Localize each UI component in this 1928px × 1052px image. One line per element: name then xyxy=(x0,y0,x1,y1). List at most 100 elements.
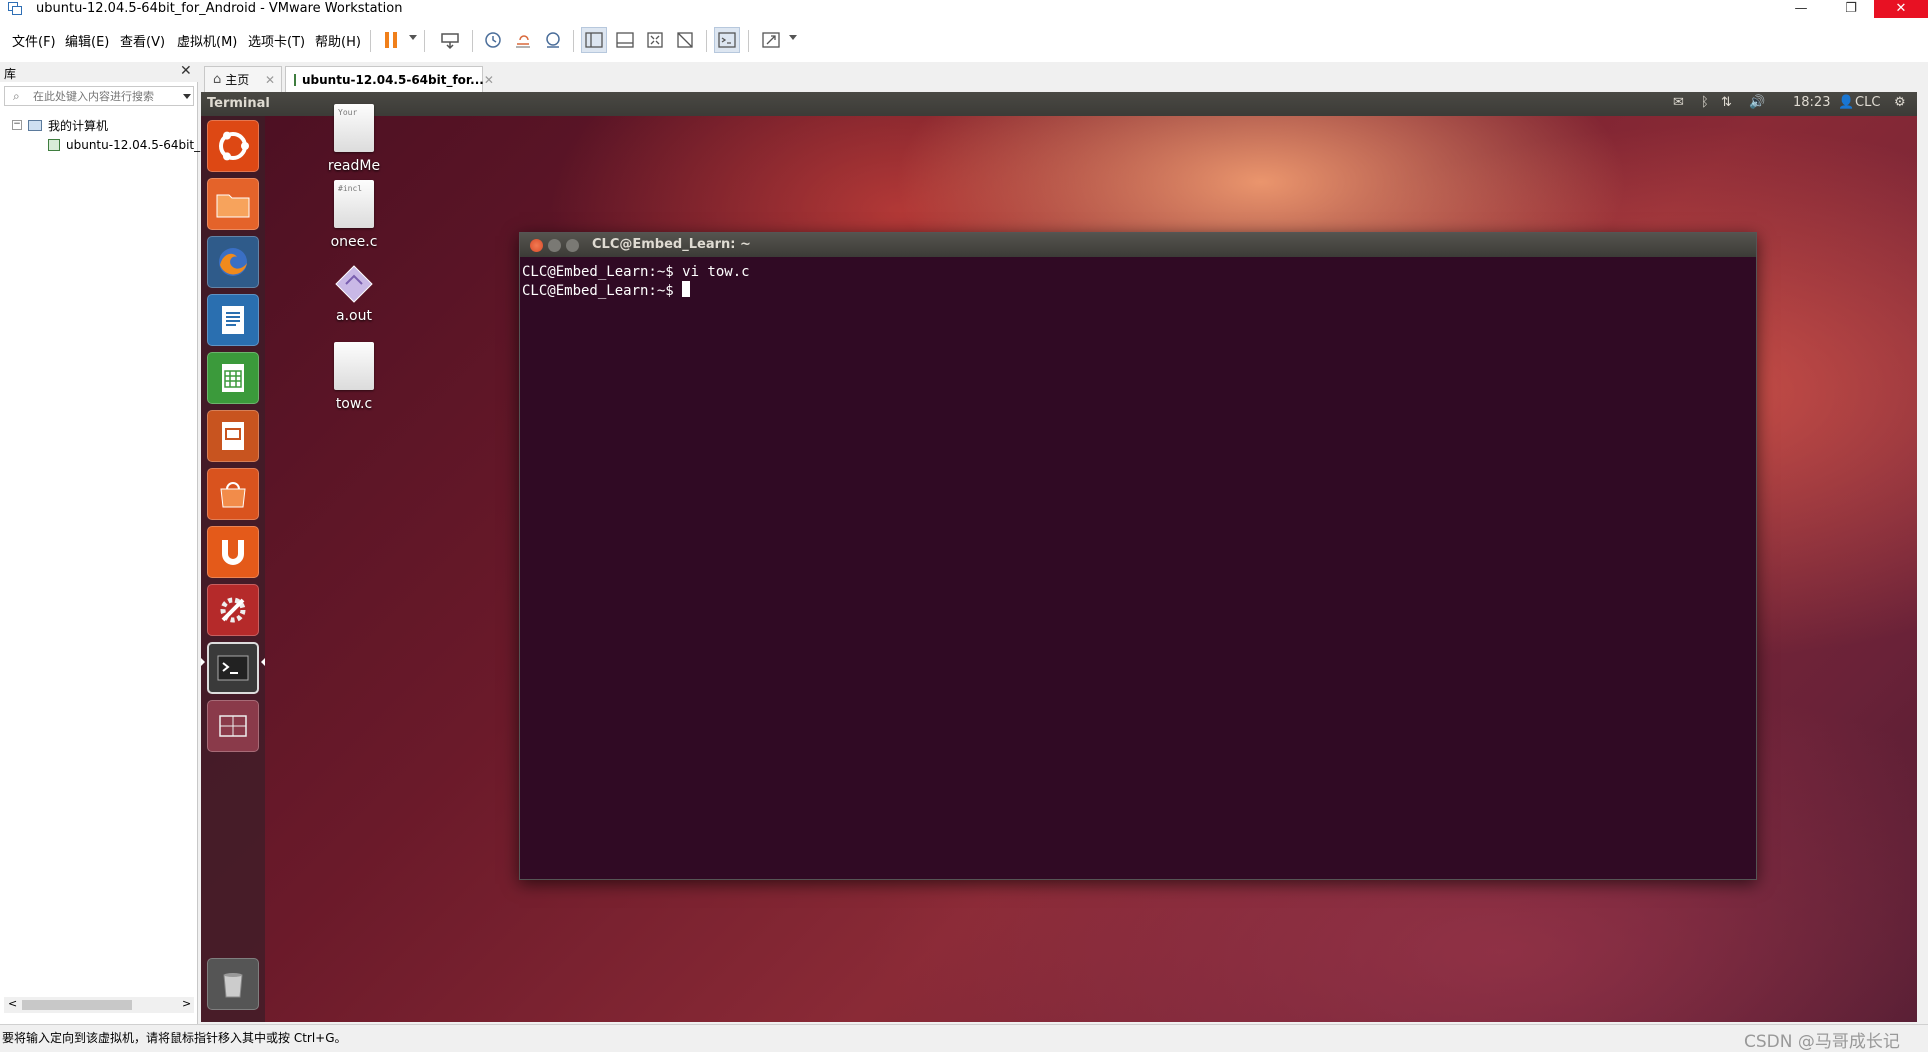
desktop-file-a-out[interactable]: a.out xyxy=(304,264,404,324)
file-preview-text: #incl xyxy=(338,184,363,193)
collapse-icon[interactable]: − xyxy=(12,120,22,130)
terminal-titlebar[interactable]: CLC@Embed_Learn: ~ xyxy=(520,233,1756,257)
launcher-software-center-button[interactable] xyxy=(207,468,259,520)
desktop-file-label: onee.c xyxy=(330,234,378,250)
library-search-input[interactable] xyxy=(33,88,173,104)
menu-tabs[interactable]: 选项卡(T) xyxy=(248,31,305,50)
vm-icon xyxy=(294,73,296,86)
menu-edit[interactable]: 编辑(E) xyxy=(65,31,109,50)
stretch-dropdown-icon[interactable] xyxy=(789,35,797,40)
library-header: 库 ✕ xyxy=(0,62,198,82)
mail-icon[interactable]: ✉ xyxy=(1673,95,1684,110)
toolbar-separator xyxy=(424,30,425,52)
terminal-prompt-line: CLC@Embed_Learn:~$ xyxy=(522,281,750,300)
tab-home[interactable]: ⌂ 主页 ✕ xyxy=(204,66,282,92)
settings-wrench-icon xyxy=(220,597,246,623)
guest-display[interactable]: Terminal ✉ ᛒ ⇅ 🔊 18:23 👤 CLC ⚙ Your read… xyxy=(201,92,1917,1022)
snapshot-manager-button[interactable] xyxy=(540,27,566,53)
launcher-firefox-button[interactable] xyxy=(207,236,259,288)
scroll-left-icon[interactable]: < xyxy=(8,997,17,1010)
library-title: 库 xyxy=(4,67,17,81)
console-icon xyxy=(718,32,736,48)
snapshot-manager-icon xyxy=(546,32,560,48)
stretch-guest-button[interactable] xyxy=(758,27,784,53)
desktop-file-readme[interactable]: Your readMe xyxy=(304,104,404,174)
desktop-file-label: tow.c xyxy=(335,396,373,412)
maximize-button[interactable]: ❐ xyxy=(1826,0,1876,18)
computer-icon xyxy=(28,119,42,131)
revert-icon xyxy=(516,35,530,48)
home-icon: ⌂ xyxy=(213,72,222,87)
executable-icon xyxy=(335,265,373,303)
launcher-impress-button[interactable] xyxy=(207,410,259,462)
pause-button[interactable] xyxy=(378,27,404,53)
tab-close-icon[interactable]: ✕ xyxy=(484,73,494,87)
revert-snapshot-button[interactable] xyxy=(510,27,536,53)
window-title: ubuntu-12.04.5-64bit_for_Android - VMwar… xyxy=(36,1,403,16)
terminal-close-icon[interactable] xyxy=(530,239,543,252)
full-screen-button[interactable] xyxy=(642,27,668,53)
library-close-button[interactable]: ✕ xyxy=(180,63,192,79)
menu-help[interactable]: 帮助(H) xyxy=(315,31,361,50)
scroll-right-icon[interactable]: > xyxy=(182,997,191,1010)
launcher-terminal-button[interactable] xyxy=(207,642,259,694)
unity-button[interactable] xyxy=(672,27,698,53)
terminal-prompt: CLC@Embed_Learn:~$ xyxy=(522,283,683,299)
console-view-button[interactable] xyxy=(714,27,740,53)
status-message: 要将输入定向到该虚拟机，请将鼠标指针移入其中或按 Ctrl+G。 xyxy=(2,1031,347,1045)
launcher-files-button[interactable] xyxy=(207,178,259,230)
ubuntu-one-icon xyxy=(222,540,244,565)
clock-time[interactable]: 18:23 xyxy=(1793,95,1830,110)
terminal-output[interactable]: CLC@Embed_Learn:~$ vi tow.c CLC@Embed_Lea… xyxy=(522,263,750,300)
show-library-button[interactable] xyxy=(581,27,607,53)
pause-dropdown-icon[interactable] xyxy=(409,35,417,40)
menu-vm[interactable]: 虚拟机(M) xyxy=(177,31,237,50)
show-thumbnail-bar-button[interactable] xyxy=(612,27,638,53)
tab-bar: ⌂ 主页 ✕ ubuntu-12.04.5-64bit_for... ✕ xyxy=(199,62,1928,92)
send-ctrl-alt-del-button[interactable] xyxy=(437,27,463,53)
tab-label: ubuntu-12.04.5-64bit_for... xyxy=(302,72,484,87)
network-icon[interactable]: ⇅ xyxy=(1721,95,1732,110)
toolbar-separator xyxy=(706,30,707,52)
folder-icon xyxy=(216,194,250,218)
library-search[interactable]: ⌕ xyxy=(4,86,194,106)
bluetooth-icon[interactable]: ᛒ xyxy=(1701,95,1709,110)
terminal-window[interactable]: CLC@Embed_Learn: ~ CLC@Embed_Learn:~$ vi… xyxy=(519,232,1757,880)
user-name[interactable]: CLC xyxy=(1855,95,1880,110)
terminal-minimize-icon[interactable] xyxy=(548,239,561,252)
search-dropdown-icon[interactable] xyxy=(183,94,191,99)
menu-view[interactable]: 查看(V) xyxy=(120,31,165,50)
desktop-file-tow-c[interactable]: tow.c xyxy=(304,342,404,412)
status-bar: 要将输入定向到该虚拟机，请将鼠标指针移入其中或按 Ctrl+G。 CSDN @马… xyxy=(0,1024,1928,1052)
launcher-ubuntu-one-button[interactable] xyxy=(207,526,259,578)
tab-label: 主页 xyxy=(225,73,250,87)
volume-icon[interactable]: 🔊 xyxy=(1749,95,1765,110)
library-horizontal-scrollbar[interactable]: < > xyxy=(4,997,194,1013)
desktop-file-onee-c[interactable]: #incl onee.c xyxy=(304,180,404,250)
launcher-writer-button[interactable] xyxy=(207,294,259,346)
clock-icon xyxy=(485,32,501,48)
terminal-maximize-icon[interactable] xyxy=(566,239,579,252)
snapshot-button[interactable] xyxy=(480,27,506,53)
launcher-system-settings-button[interactable] xyxy=(207,584,259,636)
close-button[interactable]: ✕ xyxy=(1874,0,1928,18)
c-source-file-icon: #incl xyxy=(334,180,374,228)
scrollbar-thumb[interactable] xyxy=(22,1000,132,1010)
launcher-workspace-switcher-button[interactable] xyxy=(207,700,259,752)
tree-item-vm[interactable]: ubuntu-12.04.5-64bit_ xyxy=(48,136,200,154)
tree-item-my-computer[interactable]: − 我的计算机 xyxy=(12,116,108,134)
tab-vm[interactable]: ubuntu-12.04.5-64bit_for... ✕ xyxy=(285,66,494,92)
thumbnail-layout-icon xyxy=(616,32,634,48)
minimize-button[interactable]: — xyxy=(1776,0,1826,18)
ubuntu-top-panel: Terminal ✉ ᛒ ⇅ 🔊 18:23 👤 CLC ⚙ xyxy=(201,92,1917,116)
launcher-trash-button[interactable] xyxy=(207,958,259,1010)
launcher-dash-button[interactable] xyxy=(207,120,259,172)
settings-gear-icon[interactable]: ⚙ xyxy=(1894,95,1906,110)
launcher-calc-button[interactable] xyxy=(207,352,259,404)
file-preview-text: Your xyxy=(338,108,358,117)
keyboard-icon xyxy=(441,33,459,50)
library-layout-icon xyxy=(585,32,603,48)
tab-close-icon[interactable]: ✕ xyxy=(265,73,275,87)
terminal-icon xyxy=(217,655,249,681)
menu-file[interactable]: 文件(F) xyxy=(12,31,56,50)
